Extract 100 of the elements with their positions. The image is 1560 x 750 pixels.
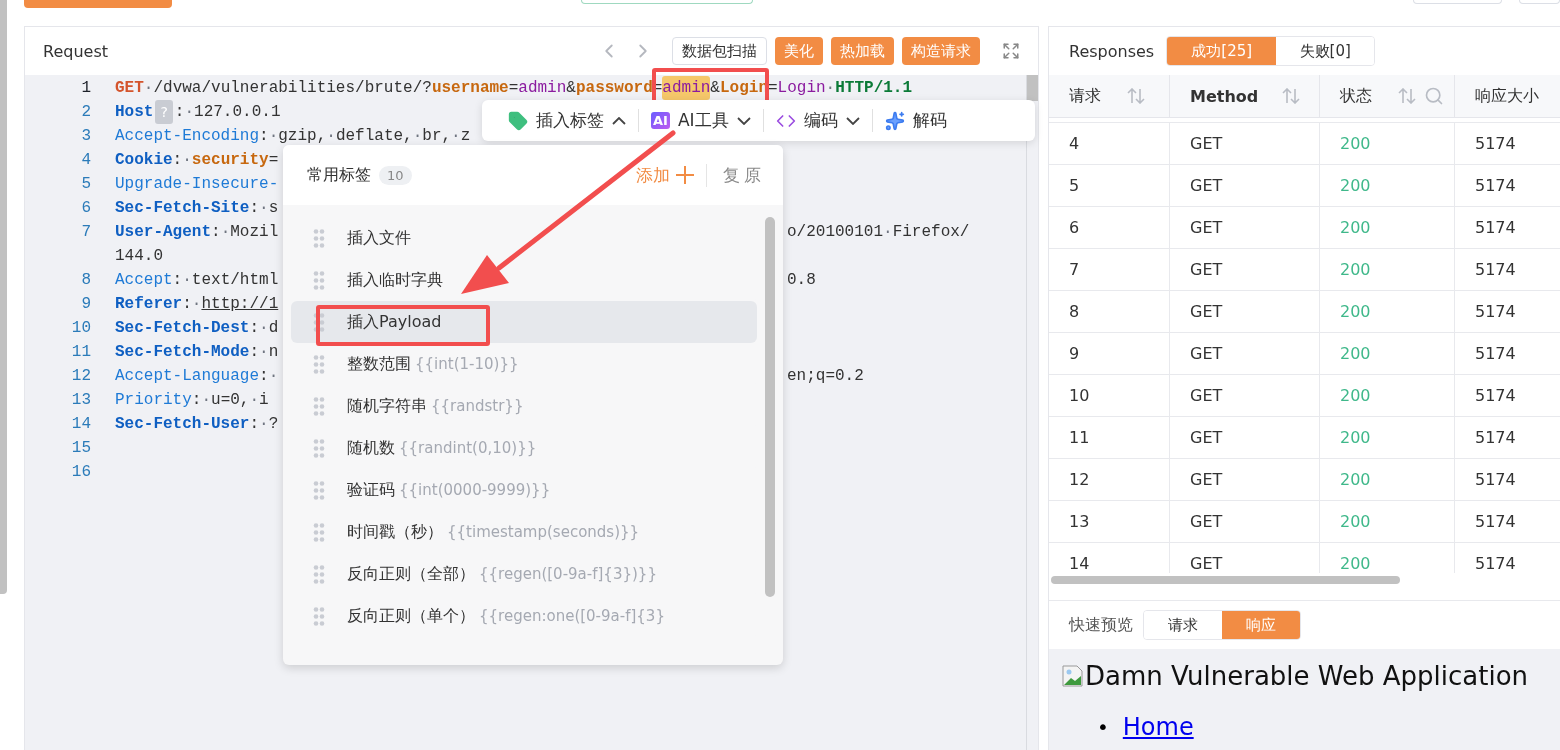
reset-button[interactable]: 复原 xyxy=(715,163,765,187)
table-cell: 200 xyxy=(1319,207,1454,248)
drag-handle-icon[interactable] xyxy=(313,606,325,626)
table-cell: 200 xyxy=(1319,417,1454,458)
code-text: : xyxy=(182,294,192,315)
code-text: : xyxy=(191,390,202,411)
template-text: {{randstr}} xyxy=(431,397,524,415)
param-value: admin xyxy=(518,78,567,99)
header-name: User-Agent xyxy=(115,222,211,243)
menu-item[interactable]: 插入Payload xyxy=(291,301,757,343)
drag-handle-icon[interactable] xyxy=(313,228,325,248)
template-text: {{timestamp(seconds)}} xyxy=(447,523,640,541)
param-name: password xyxy=(575,78,653,99)
drag-handle-icon[interactable] xyxy=(313,270,325,290)
template-text: {{regen:one([0-9a-f]{3} xyxy=(479,607,665,625)
scrollbar[interactable] xyxy=(0,0,7,594)
table-cell: 5174 xyxy=(1454,207,1560,248)
drag-handle-icon[interactable] xyxy=(313,480,325,500)
column-header[interactable]: 请求 xyxy=(1049,75,1169,117)
toolbar-item[interactable]: 编码 xyxy=(762,109,872,132)
table-cell: 5174 xyxy=(1454,501,1560,542)
column-header[interactable]: Method xyxy=(1169,75,1319,117)
code-text: : xyxy=(259,126,269,147)
table-cell: 200 xyxy=(1319,501,1454,542)
header-name: Accept-Language xyxy=(115,366,260,387)
header-name: Sec-Fetch-Site xyxy=(115,198,250,219)
code-text: u=0, xyxy=(211,390,250,411)
header-name: Sec-Fetch-Mode xyxy=(115,342,250,363)
table-cell: 200 xyxy=(1319,459,1454,500)
item-label: 验证码 xyxy=(347,479,395,501)
scrollbar[interactable] xyxy=(1051,576,1400,584)
drag-handle-icon[interactable] xyxy=(313,354,325,374)
code-text: & xyxy=(710,78,720,99)
whitespace-dot: · xyxy=(451,126,461,147)
line-number: 2 xyxy=(81,102,91,123)
line-number: 7 xyxy=(81,222,91,243)
sort-icon[interactable] xyxy=(1127,88,1145,104)
table-cell: 200 xyxy=(1319,249,1454,290)
drag-handle-icon[interactable] xyxy=(313,522,325,542)
panel-title: Responses xyxy=(1069,41,1155,61)
table-cell: 200 xyxy=(1319,123,1454,164)
drag-handle-icon[interactable] xyxy=(313,312,325,332)
nav-link[interactable]: Home xyxy=(1122,713,1194,741)
toolbar-label: 插入标签 xyxy=(536,109,604,132)
table-cell: 5174 xyxy=(1454,123,1560,164)
whitespace-dot: · xyxy=(182,270,192,291)
code-text: = xyxy=(768,78,778,99)
whitespace-dot: · xyxy=(268,366,279,387)
bullet: • xyxy=(1097,715,1109,739)
whitespace-dot: · xyxy=(259,198,269,219)
sparkle-icon xyxy=(884,110,905,131)
whitespace-dot: · xyxy=(412,126,423,147)
broken-image-icon xyxy=(1061,664,1085,688)
item-label: 插入临时字典 xyxy=(347,269,443,291)
item-label: 反向正则（全部） xyxy=(347,563,475,585)
drag-handle-icon[interactable] xyxy=(313,438,325,458)
drag-handle-icon[interactable] xyxy=(313,564,325,584)
toolbar-item[interactable]: 解码 xyxy=(871,109,959,132)
toolbar-item[interactable]: AI AI工具 xyxy=(638,109,763,132)
whitespace-dot: · xyxy=(182,150,192,171)
plus-icon[interactable] xyxy=(676,166,694,184)
drag-handle-icon[interactable] xyxy=(313,396,325,416)
item-label: 时间戳（秒） xyxy=(347,521,443,543)
whitespace-dot: · xyxy=(259,318,269,339)
panel-title: Request xyxy=(43,41,108,61)
column-header[interactable]: 状态 xyxy=(1319,75,1454,117)
sort-icon[interactable] xyxy=(1398,88,1416,104)
table-cell: 5174 xyxy=(1454,543,1560,573)
sort-icon[interactable] xyxy=(1282,88,1300,104)
table-cell-text: 12 xyxy=(1068,469,1091,491)
table-cell: 5174 xyxy=(1454,165,1560,206)
table-cell: 5174 xyxy=(1454,249,1560,290)
table-cell-text: 13 xyxy=(1068,511,1091,533)
toolbar-button[interactable] xyxy=(24,0,172,8)
table-cell-text: 10 xyxy=(1068,385,1091,407)
url-link: http://1 xyxy=(201,294,279,315)
code-text: 0.8 xyxy=(787,270,816,291)
tag-icon xyxy=(508,110,528,131)
table-cell: 200 xyxy=(1319,165,1454,206)
table-cell-text: 11 xyxy=(1068,427,1091,449)
line-number: 5 xyxy=(81,174,91,195)
line-number: 3 xyxy=(81,126,91,147)
toolbar-button[interactable]: 数据包扫描 xyxy=(672,37,767,65)
table-cell: 5174 xyxy=(1454,291,1560,332)
item-label: 整数范围 xyxy=(347,353,411,375)
toolbar-label: 解码 xyxy=(912,109,947,132)
search-icon[interactable] xyxy=(1424,86,1444,106)
line-number: 8 xyxy=(81,270,91,291)
fullscreen-icon[interactable] xyxy=(1002,42,1020,60)
preview-label: 快速预览 xyxy=(1069,614,1133,636)
table-cell: GET xyxy=(1169,333,1319,374)
toolbar-item[interactable]: 插入标签 xyxy=(496,109,638,132)
column-header[interactable]: 响应大小 xyxy=(1454,75,1560,117)
code-text: d xyxy=(268,318,279,339)
code-text: : xyxy=(174,102,185,123)
whitespace-dot: · xyxy=(184,102,195,123)
code-text: text/html xyxy=(191,270,279,291)
scrollbar-thumb[interactable] xyxy=(1027,75,1038,101)
header-name: Upgrade-Insecure- xyxy=(115,174,279,195)
scrollbar-thumb[interactable] xyxy=(765,217,775,597)
